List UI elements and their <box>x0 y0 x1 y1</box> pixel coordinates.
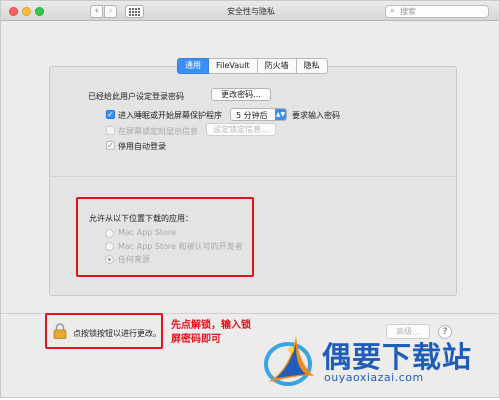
search-placeholder: 搜索 <box>400 7 416 16</box>
tab-bar: 通用 FileVault 防火墙 隐私 <box>177 58 328 74</box>
radio-mac-app-store-label: Mac App Store <box>118 228 177 237</box>
back-button[interactable]: ‹ <box>90 5 103 18</box>
minimize-button[interactable] <box>22 7 31 16</box>
login-password-label: 已经给此用户设定登录密码 <box>88 92 184 101</box>
radio-anywhere[interactable] <box>105 255 114 264</box>
forward-button[interactable]: › <box>104 5 117 18</box>
section-divider <box>49 176 457 177</box>
radio-identified-developers[interactable] <box>105 242 114 251</box>
show-all-button[interactable] <box>125 5 144 18</box>
close-button[interactable] <box>9 7 18 16</box>
search-icon: ⌕ <box>390 6 396 16</box>
chevron-left-icon: ‹ <box>94 6 99 16</box>
show-message-label: 在屏幕锁定时显示信息 <box>118 127 198 136</box>
title-bar: ‹ › 安全性与隐私 ⌕ 搜索 <box>1 1 499 21</box>
download-sources-highlight <box>76 197 254 277</box>
watermark-site-name: 偶要下载站 <box>322 340 473 374</box>
watermark-site-url: ouyaoxiazai.com <box>324 371 424 384</box>
disable-auto-login-label: 停用自动登录 <box>118 142 166 151</box>
radio-identified-developers-label: Mac App Store 和被认可的开发者 <box>118 242 243 251</box>
grid-icon <box>129 8 140 16</box>
require-password-checkbox[interactable]: ✓ <box>106 110 115 119</box>
lock-icon[interactable] <box>53 323 67 339</box>
tab-firewall[interactable]: 防火墙 <box>257 58 297 74</box>
show-message-checkbox[interactable] <box>106 126 115 135</box>
chevron-right-icon: › <box>108 6 113 16</box>
tab-general[interactable]: 通用 <box>177 58 209 74</box>
checkmark-icon: ✓ <box>107 110 114 119</box>
require-password-label: 进入睡眠或开始屏幕保护程序 <box>118 111 222 120</box>
password-delay-value: 5 分钟后 <box>236 111 268 120</box>
change-password-button[interactable]: 更改密码... <box>211 88 271 101</box>
tab-filevault[interactable]: FileVault <box>209 58 258 74</box>
radio-mac-app-store[interactable] <box>105 229 114 238</box>
radio-anywhere-label: 任何来源 <box>118 255 150 264</box>
set-lock-message-button[interactable]: 设定锁定信息... <box>206 123 276 136</box>
lock-instruction-text: 点按锁按钮以进行更改。 <box>73 329 161 338</box>
search-field[interactable]: ⌕ 搜索 <box>385 5 489 18</box>
disable-auto-login-checkbox[interactable]: ✓ <box>106 141 115 150</box>
require-password-suffix: 要求输入密码 <box>292 111 340 120</box>
checkmark-icon: ✓ <box>107 141 114 150</box>
site-logo-icon <box>264 336 314 386</box>
window-title: 安全性与隐私 <box>227 7 275 16</box>
zoom-button[interactable] <box>35 7 44 16</box>
password-delay-select[interactable]: 5 分钟后 ▲▼ <box>230 108 287 121</box>
download-sources-title: 允许从以下位置下载的应用： <box>89 214 193 223</box>
chevron-updown-icon: ▲▼ <box>275 109 286 120</box>
tab-privacy[interactable]: 隐私 <box>296 58 328 74</box>
